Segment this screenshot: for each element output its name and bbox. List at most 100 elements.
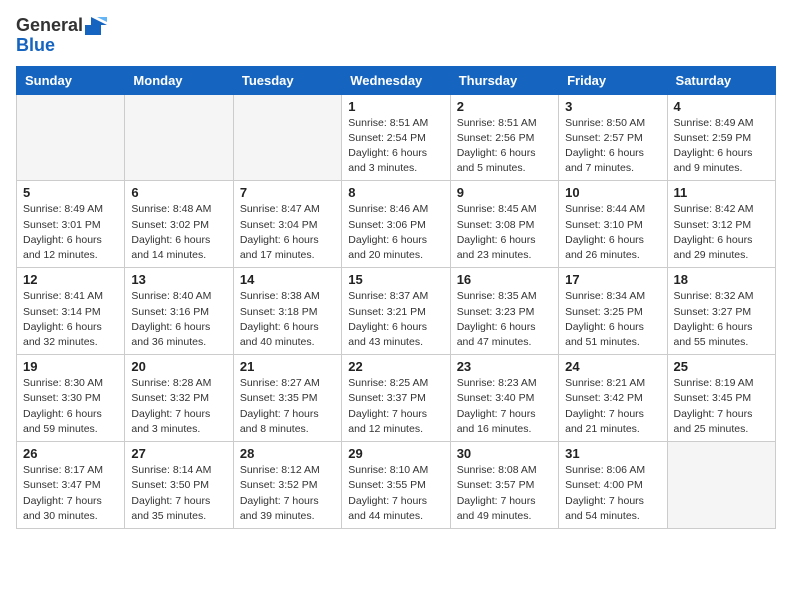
- calendar-cell: 25Sunrise: 8:19 AM Sunset: 3:45 PM Dayli…: [667, 355, 775, 442]
- day-number: 23: [457, 359, 552, 374]
- calendar-cell: 22 Sunrise: 8:25 AM Sunset: 3:37 PM Dayli…: [342, 355, 450, 442]
- day-info: Sunrise: 8:35 AM Sunset: 3:23 PM Dayligh…: [457, 289, 552, 350]
- day-number: 17: [565, 272, 660, 287]
- calendar-cell: 26Sunrise: 8:17 AM Sunset: 3:47 PM Dayli…: [17, 442, 125, 529]
- day-number: 31: [565, 446, 660, 461]
- day-info: Sunrise: 8:32 AM Sunset: 3:27 PM Dayligh…: [674, 289, 769, 350]
- day-info: Sunrise: 8:47 AM Sunset: 3:04 PM Dayligh…: [240, 202, 335, 263]
- calendar-cell: 11 Sunrise: 8:42 AM Sunset: 3:12 PM Dayli…: [667, 181, 775, 268]
- day-number: 28: [240, 446, 335, 461]
- calendar-table: SundayMondayTuesdayWednesdayThursdayFrid…: [16, 66, 776, 529]
- calendar-cell: 16 Sunrise: 8:35 AM Sunset: 3:23 PM Dayli…: [450, 268, 558, 355]
- day-info: Sunrise: 8:30 AM Sunset: 3:30 PM Dayligh…: [23, 376, 118, 437]
- day-info: Sunrise: 8:28 AM Sunset: 3:32 PM Dayligh…: [131, 376, 226, 437]
- weekday-header-saturday: Saturday: [667, 66, 775, 94]
- day-number: 26: [23, 446, 118, 461]
- day-info: Sunrise: 8:19 AM Sunset: 3:45 PM Dayligh…: [674, 376, 769, 437]
- day-info: Sunrise: 8:48 AM Sunset: 3:02 PM Dayligh…: [131, 202, 226, 263]
- day-number: 20: [131, 359, 226, 374]
- calendar-cell: 27Sunrise: 8:14 AM Sunset: 3:50 PM Dayli…: [125, 442, 233, 529]
- week-row-2: 5Sunrise: 8:49 AM Sunset: 3:01 PM Daylig…: [17, 181, 776, 268]
- calendar-cell: 28 Sunrise: 8:12 AM Sunset: 3:52 PM Dayli…: [233, 442, 341, 529]
- calendar-cell: 21Sunrise: 8:27 AM Sunset: 3:35 PM Dayli…: [233, 355, 341, 442]
- day-info: Sunrise: 8:06 AM Sunset: 4:00 PM Dayligh…: [565, 463, 660, 524]
- day-info: Sunrise: 8:23 AM Sunset: 3:40 PM Dayligh…: [457, 376, 552, 437]
- day-number: 27: [131, 446, 226, 461]
- calendar-cell: 30 Sunrise: 8:08 AM Sunset: 3:57 PM Dayli…: [450, 442, 558, 529]
- day-number: 4: [674, 99, 769, 114]
- day-info: Sunrise: 8:37 AM Sunset: 3:21 PM Dayligh…: [348, 289, 443, 350]
- calendar-cell: 29 Sunrise: 8:10 AM Sunset: 3:55 PM Dayli…: [342, 442, 450, 529]
- calendar-cell: 10 Sunrise: 8:44 AM Sunset: 3:10 PM Dayli…: [559, 181, 667, 268]
- calendar-cell: 9 Sunrise: 8:45 AM Sunset: 3:08 PM Daylig…: [450, 181, 558, 268]
- day-info: Sunrise: 8:49 AM Sunset: 2:59 PM Dayligh…: [674, 116, 769, 177]
- week-row-4: 19 Sunrise: 8:30 AM Sunset: 3:30 PM Dayli…: [17, 355, 776, 442]
- day-info: Sunrise: 8:40 AM Sunset: 3:16 PM Dayligh…: [131, 289, 226, 350]
- week-row-3: 12 Sunrise: 8:41 AM Sunset: 3:14 PM Dayli…: [17, 268, 776, 355]
- day-info: Sunrise: 8:12 AM Sunset: 3:52 PM Dayligh…: [240, 463, 335, 524]
- day-info: Sunrise: 8:27 AM Sunset: 3:35 PM Dayligh…: [240, 376, 335, 437]
- calendar-cell: 6 Sunrise: 8:48 AM Sunset: 3:02 PM Daylig…: [125, 181, 233, 268]
- day-info: Sunrise: 8:50 AM Sunset: 2:57 PM Dayligh…: [565, 116, 660, 177]
- weekday-header-friday: Friday: [559, 66, 667, 94]
- day-number: 2: [457, 99, 552, 114]
- day-number: 19: [23, 359, 118, 374]
- calendar-cell: 14Sunrise: 8:38 AM Sunset: 3:18 PM Dayli…: [233, 268, 341, 355]
- calendar-cell: 12 Sunrise: 8:41 AM Sunset: 3:14 PM Dayli…: [17, 268, 125, 355]
- day-info: Sunrise: 8:51 AM Sunset: 2:54 PM Dayligh…: [348, 116, 443, 177]
- day-info: Sunrise: 8:08 AM Sunset: 3:57 PM Dayligh…: [457, 463, 552, 524]
- day-info: Sunrise: 8:42 AM Sunset: 3:12 PM Dayligh…: [674, 202, 769, 263]
- weekday-header-thursday: Thursday: [450, 66, 558, 94]
- day-number: 1: [348, 99, 443, 114]
- weekday-header-sunday: Sunday: [17, 66, 125, 94]
- logo: General Blue: [16, 16, 107, 56]
- day-number: 10: [565, 185, 660, 200]
- page-header: General Blue: [16, 16, 776, 56]
- day-number: 22: [348, 359, 443, 374]
- week-row-5: 26Sunrise: 8:17 AM Sunset: 3:47 PM Dayli…: [17, 442, 776, 529]
- calendar-cell: 3 Sunrise: 8:50 AM Sunset: 2:57 PM Daylig…: [559, 94, 667, 181]
- day-number: 8: [348, 185, 443, 200]
- calendar-cell: 23 Sunrise: 8:23 AM Sunset: 3:40 PM Dayli…: [450, 355, 558, 442]
- day-info: Sunrise: 8:45 AM Sunset: 3:08 PM Dayligh…: [457, 202, 552, 263]
- day-info: Sunrise: 8:41 AM Sunset: 3:14 PM Dayligh…: [23, 289, 118, 350]
- calendar-cell: 1 Sunrise: 8:51 AM Sunset: 2:54 PM Daylig…: [342, 94, 450, 181]
- day-info: Sunrise: 8:25 AM Sunset: 3:37 PM Dayligh…: [348, 376, 443, 437]
- day-number: 29: [348, 446, 443, 461]
- day-info: Sunrise: 8:46 AM Sunset: 3:06 PM Dayligh…: [348, 202, 443, 263]
- weekday-row: SundayMondayTuesdayWednesdayThursdayFrid…: [17, 66, 776, 94]
- day-number: 24: [565, 359, 660, 374]
- calendar-cell: 31 Sunrise: 8:06 AM Sunset: 4:00 PM Dayli…: [559, 442, 667, 529]
- calendar-header: SundayMondayTuesdayWednesdayThursdayFrid…: [17, 66, 776, 94]
- day-info: Sunrise: 8:44 AM Sunset: 3:10 PM Dayligh…: [565, 202, 660, 263]
- day-number: 13: [131, 272, 226, 287]
- weekday-header-wednesday: Wednesday: [342, 66, 450, 94]
- day-info: Sunrise: 8:21 AM Sunset: 3:42 PM Dayligh…: [565, 376, 660, 437]
- calendar-cell: 8 Sunrise: 8:46 AM Sunset: 3:06 PM Daylig…: [342, 181, 450, 268]
- day-info: Sunrise: 8:38 AM Sunset: 3:18 PM Dayligh…: [240, 289, 335, 350]
- day-number: 3: [565, 99, 660, 114]
- logo-text: General Blue: [16, 16, 107, 56]
- calendar-cell: 18 Sunrise: 8:32 AM Sunset: 3:27 PM Dayli…: [667, 268, 775, 355]
- calendar-cell: 13 Sunrise: 8:40 AM Sunset: 3:16 PM Dayli…: [125, 268, 233, 355]
- day-info: Sunrise: 8:34 AM Sunset: 3:25 PM Dayligh…: [565, 289, 660, 350]
- day-number: 16: [457, 272, 552, 287]
- day-number: 15: [348, 272, 443, 287]
- weekday-header-tuesday: Tuesday: [233, 66, 341, 94]
- day-number: 30: [457, 446, 552, 461]
- day-number: 6: [131, 185, 226, 200]
- calendar-cell: [125, 94, 233, 181]
- calendar-cell: 4 Sunrise: 8:49 AM Sunset: 2:59 PM Daylig…: [667, 94, 775, 181]
- calendar-cell: 2 Sunrise: 8:51 AM Sunset: 2:56 PM Daylig…: [450, 94, 558, 181]
- day-number: 18: [674, 272, 769, 287]
- calendar-cell: 7 Sunrise: 8:47 AM Sunset: 3:04 PM Daylig…: [233, 181, 341, 268]
- day-info: Sunrise: 8:10 AM Sunset: 3:55 PM Dayligh…: [348, 463, 443, 524]
- calendar-body: 1 Sunrise: 8:51 AM Sunset: 2:54 PM Daylig…: [17, 94, 776, 528]
- day-info: Sunrise: 8:51 AM Sunset: 2:56 PM Dayligh…: [457, 116, 552, 177]
- calendar-cell: 17 Sunrise: 8:34 AM Sunset: 3:25 PM Dayli…: [559, 268, 667, 355]
- day-number: 12: [23, 272, 118, 287]
- day-number: 9: [457, 185, 552, 200]
- day-number: 7: [240, 185, 335, 200]
- day-number: 11: [674, 185, 769, 200]
- calendar-cell: [233, 94, 341, 181]
